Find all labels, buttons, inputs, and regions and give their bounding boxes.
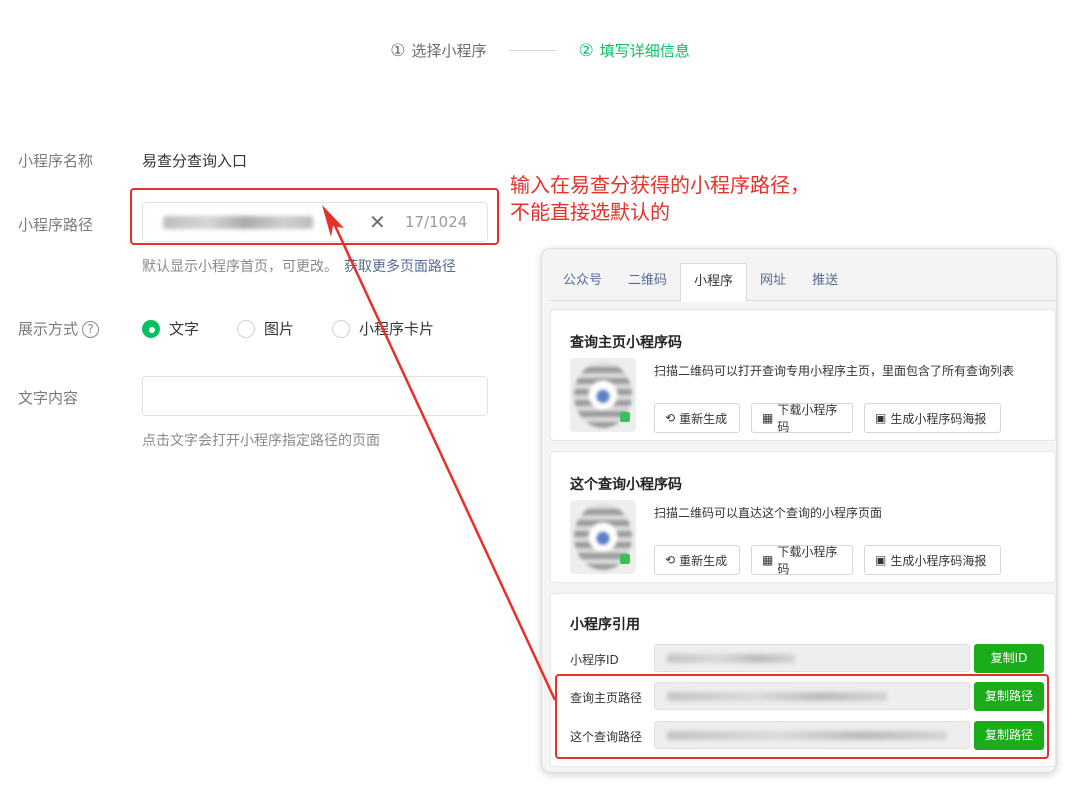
- annotation-arrow: [322, 205, 557, 701]
